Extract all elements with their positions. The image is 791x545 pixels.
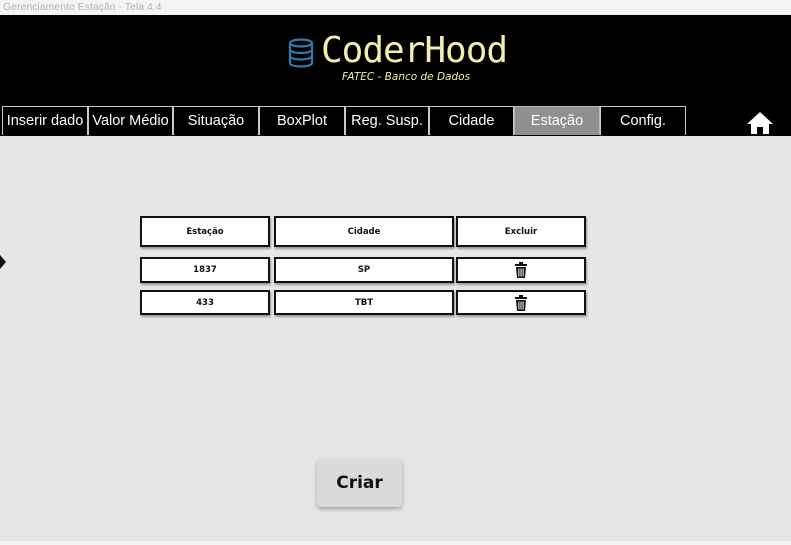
side-arrow-icon[interactable] [0,255,6,269]
tab-inserir-dado[interactable]: Inserir dado [2,106,88,135]
brand-subtitle: FATEC - Banco de Dados [342,71,471,83]
header-excluir: Excluir [456,216,586,247]
tab-valor-medio[interactable]: Valor Médio [88,106,173,135]
tab-situacao[interactable]: Situação [173,106,259,135]
database-icon [288,38,314,68]
row-cidade: TBT [274,290,454,315]
tab-boxplot[interactable]: BoxPlot [259,106,345,135]
window-title: Gerenciamento Estação - Tela 4.4 [3,1,162,13]
delete-button[interactable] [456,257,586,283]
tab-estacao[interactable]: Estação [514,106,600,135]
home-icon[interactable] [746,111,774,135]
header-cidade: Cidade [274,216,454,247]
trash-icon [515,262,527,278]
row-estacao: 1837 [140,257,270,283]
app-window: CoderHood FATEC - Banco de Dados Inserir… [0,15,791,541]
header-estacao: Estação [140,216,270,247]
row-estacao: 433 [140,290,270,315]
row-cidade: SP [274,257,454,283]
tab-reg-susp[interactable]: Reg. Susp. [345,106,429,135]
header: CoderHood FATEC - Banco de Dados Inserir… [0,15,791,136]
tab-config[interactable]: Config. [600,106,686,135]
tab-cidade[interactable]: Cidade [429,106,514,135]
delete-button[interactable] [456,290,586,315]
brand-name: CoderHood [321,30,508,71]
create-button[interactable]: Criar [317,459,402,507]
trash-icon [515,294,527,311]
